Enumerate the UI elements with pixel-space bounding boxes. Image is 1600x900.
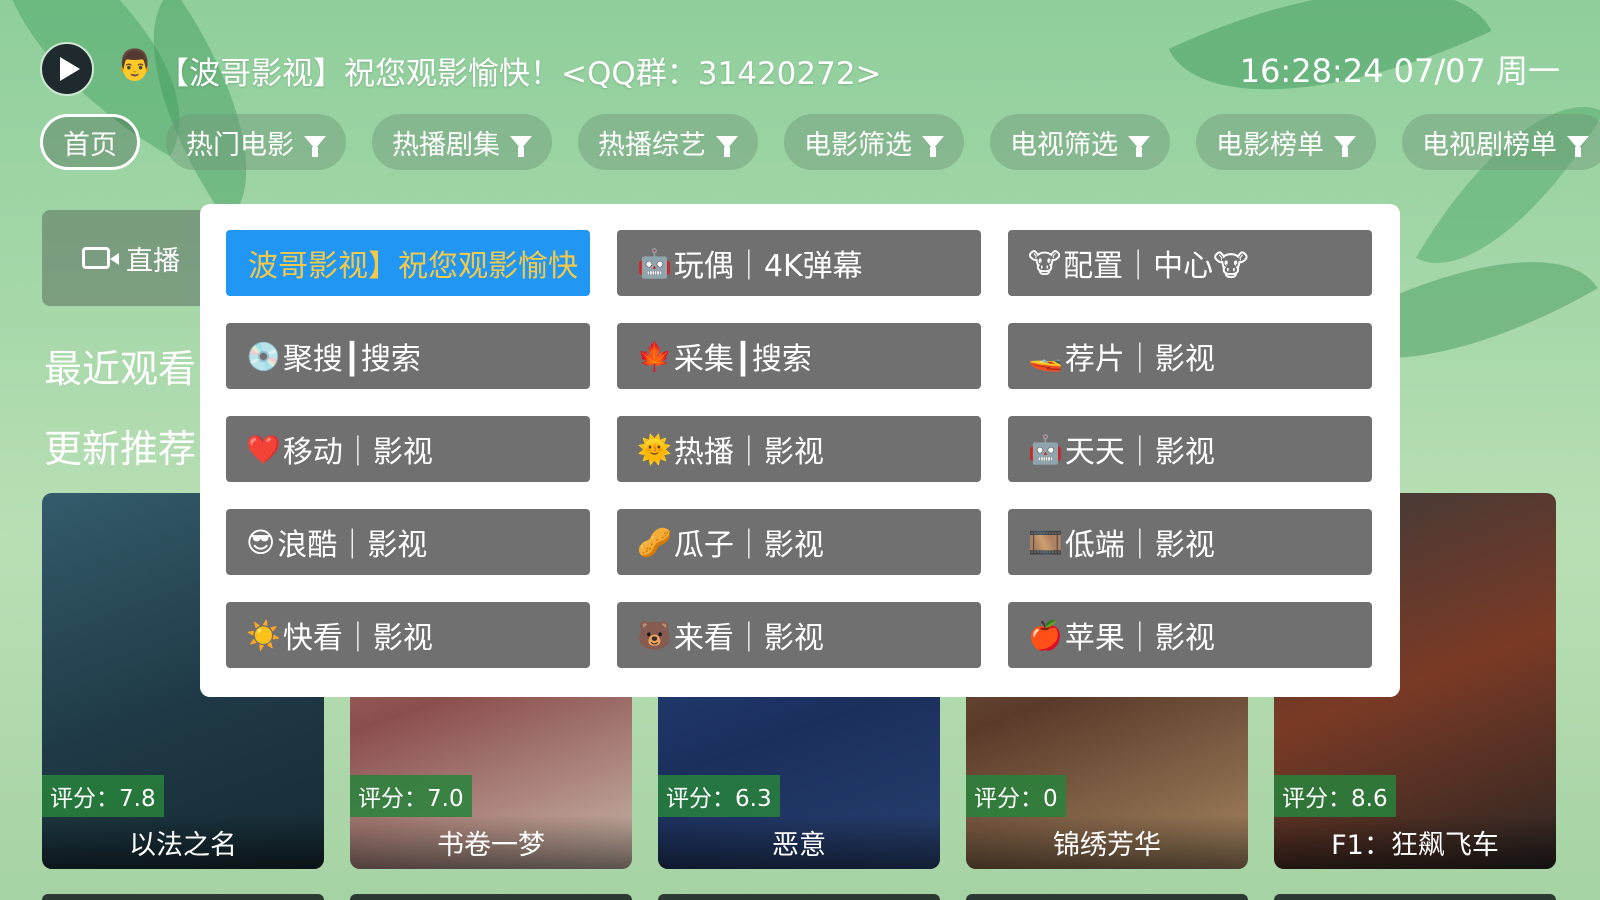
rating-badge: 评分：6.3 [658,775,780,817]
source-label: 采集┃搜索 [673,342,812,377]
rating-badge: 评分：0 [966,775,1066,817]
source-item-kuaikan[interactable]: ☀️ 快看｜影视 [226,602,590,668]
heart-icon: ❤️ [246,432,281,466]
poster-title: 恶意 [658,815,940,869]
poster-card-peek [966,894,1248,900]
filter-icon [510,135,532,157]
apple-icon: 🍎 [1028,618,1063,652]
poster-title: 锦绣芳华 [966,815,1248,869]
poster-title: F1：狂飙飞车 [1274,815,1556,869]
source-item-yidong[interactable]: ❤️ 移动｜影视 [226,416,590,482]
nav-item-movie-ranking[interactable]: 电影榜单 [1196,114,1376,170]
app-logo-icon [40,42,94,96]
source-label: 波哥影视】祝您观影愉快 [248,249,578,284]
peanut-icon: 🥜 [637,525,672,559]
source-item-laikan[interactable]: 🐻 来看｜影视 [617,602,981,668]
source-label: 玩偶｜4K弹幕 [673,249,863,284]
robot-icon: 🤖 [637,246,672,280]
clock: 16:28:24 07/07 周一 [1239,52,1560,90]
poster-card-peek [1274,894,1556,900]
source-label: 瓜子｜影视 [673,528,824,563]
nav-label: 热门电影 [186,129,294,161]
filter-icon [1128,135,1150,157]
nav-item-movie-filter[interactable]: 电影筛选 [784,114,964,170]
poster-card-peek [42,894,324,900]
source-label: 移动｜影视 [282,435,433,470]
user-avatar-emoji: 👨 [116,48,154,83]
source-item-diduan[interactable]: 🎞️ 低端｜影视 [1008,509,1372,575]
live-label: 直播 [126,245,180,277]
source-label: 荐片｜影视 [1064,342,1215,377]
sunglasses-face-icon: 😎 [246,525,276,559]
source-select-dialog: 波哥影视】祝您观影愉快 🤖 玩偶｜4K弹幕 🐮 配置｜中心🐮 💿 聚搜┃搜索 🍁 采集┃… [200,204,1400,697]
sun-face-icon: 🌞 [637,432,672,466]
source-item-jusou[interactable]: 💿 聚搜┃搜索 [226,323,590,389]
filter-icon [1334,135,1356,157]
poster-card-peek [658,894,940,900]
source-item-rebo[interactable]: 🌞 热播｜影视 [617,416,981,482]
source-label: 天天｜影视 [1064,435,1215,470]
source-item-wanou[interactable]: 🤖 玩偶｜4K弹幕 [617,230,981,296]
source-label: 快看｜影视 [282,621,433,656]
source-item-jianpian[interactable]: 🚤 荐片｜影视 [1008,323,1372,389]
nav-item-home[interactable]: 首页 [40,114,140,170]
source-label: 配置｜中心🐮 [1063,249,1249,284]
nav-label: 电视筛选 [1010,129,1118,161]
rating-badge: 评分：8.6 [1274,775,1396,817]
source-label: 来看｜影视 [673,621,824,656]
nav-item-variety[interactable]: 热播综艺 [578,114,758,170]
nav-label: 电影榜单 [1216,129,1324,161]
poster-card-peek [350,894,632,900]
poster-title: 以法之名 [42,815,324,869]
filter-icon [1567,135,1589,157]
nav-item-hot-series[interactable]: 热播剧集 [372,114,552,170]
source-label: 苹果｜影视 [1064,621,1215,656]
header-title: 【波哥影视】祝您观影愉快！<QQ群：31420272> [158,56,882,92]
source-item-tiantian[interactable]: 🤖 天天｜影视 [1008,416,1372,482]
top-nav: 首页 热门电影 热播剧集 热播综艺 电影筛选 电视筛选 电影榜单 电视剧榜单 [40,114,1600,170]
boat-icon: 🚤 [1028,339,1063,373]
section-title-recent: 最近观看 [44,347,197,391]
robot-icon: 🤖 [1028,432,1063,466]
source-label: 浪酷｜影视 [277,528,428,563]
source-label: 热播｜影视 [673,435,824,470]
cow-icon: 🐮 [1028,246,1062,280]
source-label: 低端｜影视 [1064,528,1215,563]
nav-item-tv-ranking[interactable]: 电视剧榜单 [1402,114,1600,170]
source-item-pingguo[interactable]: 🍎 苹果｜影视 [1008,602,1372,668]
source-item-bogo[interactable]: 波哥影视】祝您观影愉快 [226,230,590,296]
nav-item-hot-movies[interactable]: 热门电影 [166,114,346,170]
play-icon [60,57,80,81]
nav-label: 电视剧榜单 [1422,129,1557,161]
poster-title: 书卷一梦 [350,815,632,869]
filter-icon [304,135,326,157]
filter-icon [716,135,738,157]
source-item-config[interactable]: 🐮 配置｜中心🐮 [1008,230,1372,296]
bear-icon: 🐻 [637,618,672,652]
filter-icon [922,135,944,157]
section-title-update: 更新推荐 [44,427,197,471]
disc-icon: 💿 [246,339,281,373]
next-row-peek [42,894,1556,900]
nav-label: 热播剧集 [392,129,500,161]
maple-leaf-icon: 🍁 [637,339,672,373]
nav-label: 热播综艺 [598,129,706,161]
rating-badge: 评分：7.0 [350,775,472,817]
film-strip-icon: 🎞️ [1028,525,1063,559]
source-label: 聚搜┃搜索 [282,342,421,377]
sun-icon: ☀️ [246,618,281,652]
nav-label: 电影筛选 [804,129,912,161]
source-item-guazi[interactable]: 🥜 瓜子｜影视 [617,509,981,575]
source-item-langku[interactable]: 😎 浪酷｜影视 [226,509,590,575]
rating-badge: 评分：7.8 [42,775,164,817]
nav-item-tv-filter[interactable]: 电视筛选 [990,114,1170,170]
camera-icon [82,247,119,269]
live-button[interactable]: 直播 [42,210,212,306]
source-item-caiji[interactable]: 🍁 采集┃搜索 [617,323,981,389]
nav-label: 首页 [63,129,117,161]
